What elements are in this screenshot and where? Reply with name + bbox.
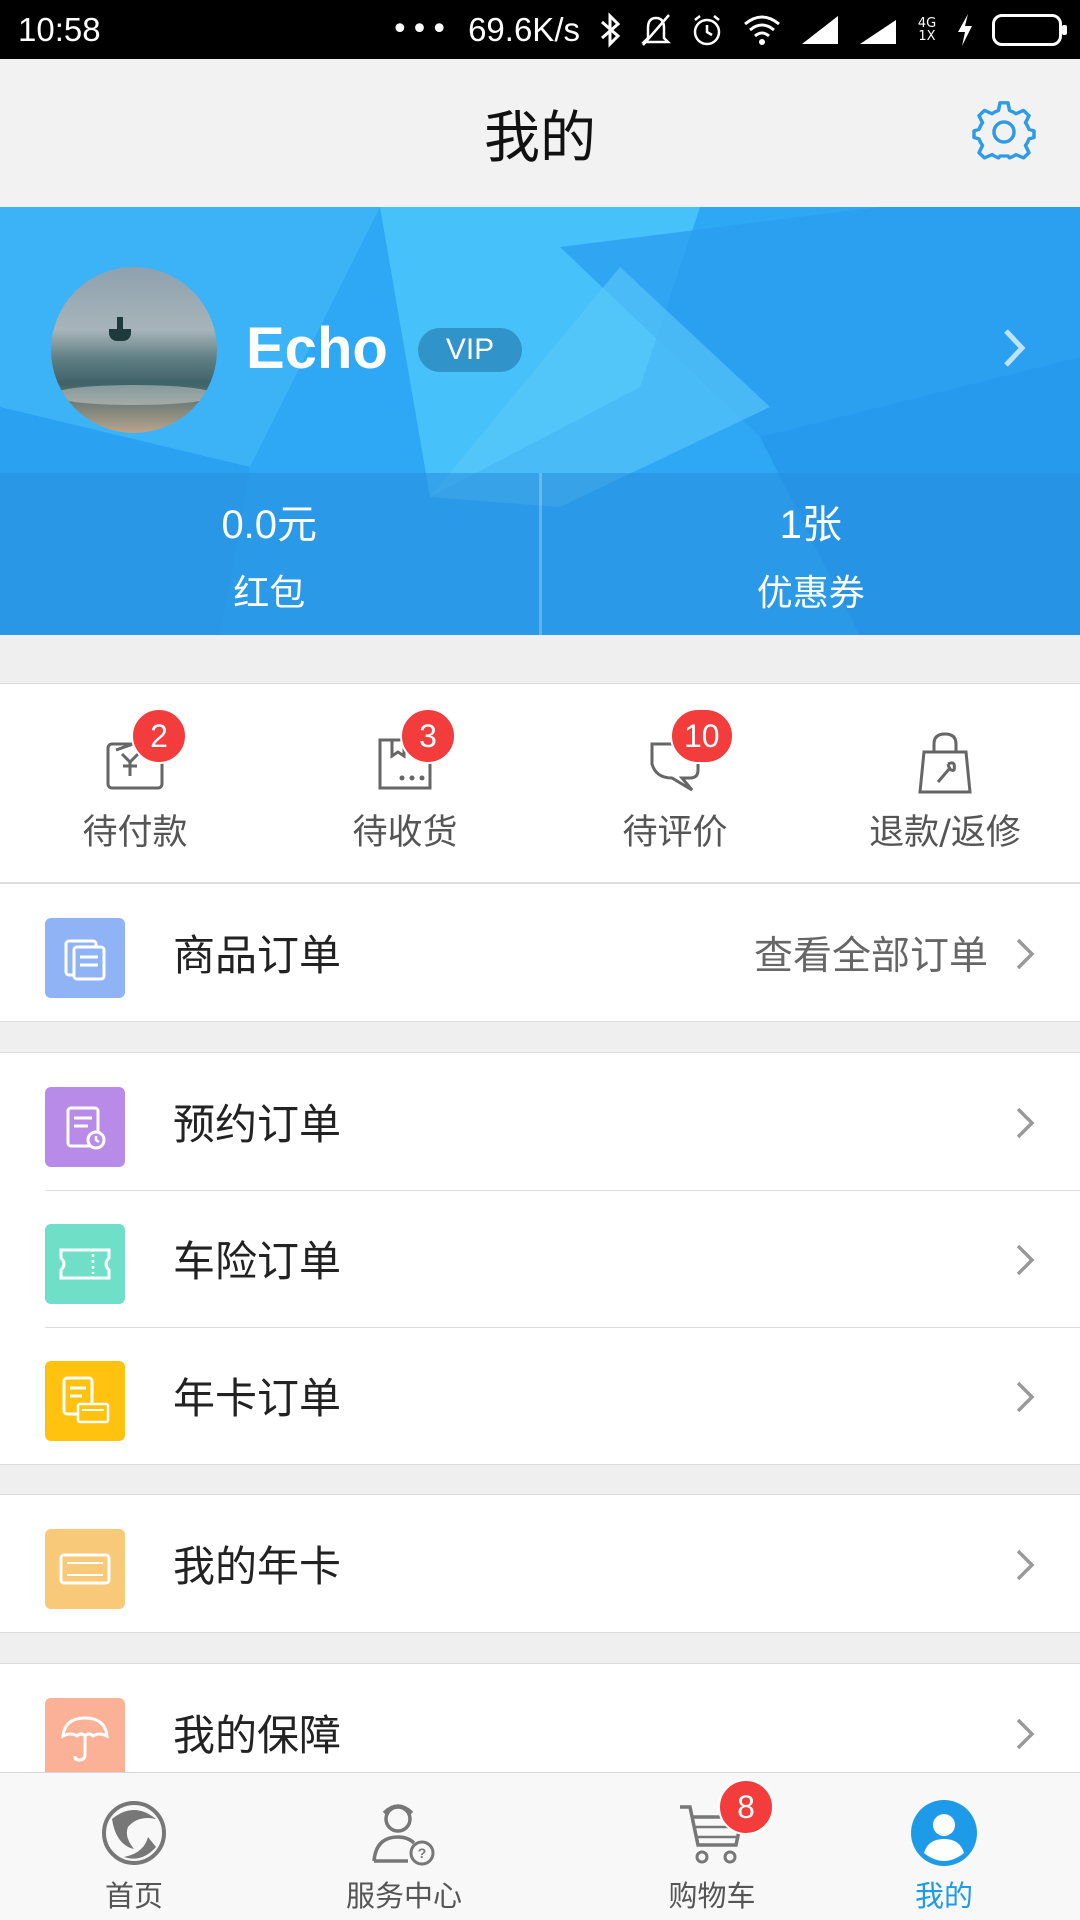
chevron-right-icon — [1000, 323, 1030, 373]
red-packet-item[interactable]: 0.0元 红包 — [0, 473, 539, 635]
bluetooth-icon — [598, 11, 622, 48]
battery-icon — [992, 13, 1067, 46]
service-center-icon: ? — [368, 1797, 440, 1869]
pending-payment-label: 待付款 — [82, 813, 188, 853]
order-status-row: 待付款 2 待收货 3 待评价 10 退款/返修 — [0, 683, 1080, 883]
refund-repair[interactable]: 退款/返修 — [810, 684, 1080, 882]
alarm-icon — [690, 12, 724, 48]
car-insurance-orders-label: 车险订单 — [173, 1237, 342, 1286]
wifi-icon — [742, 12, 782, 48]
pending-delivery-label: 待收货 — [352, 813, 458, 853]
orders-group: 预约订单 车险订单 年卡订单 — [0, 1052, 1080, 1465]
profile-banner[interactable]: Echo VIP 0.0元 红包 1张 优惠券 — [0, 207, 1080, 635]
bottom-navigation: 首页 ? 服务中心 购物车 8 我的 — [0, 1772, 1080, 1920]
nav-profile[interactable]: 我的 — [906, 1773, 982, 1920]
product-order-icon — [45, 918, 125, 998]
coupon-value: 1张 — [779, 503, 842, 547]
app-header: 我的 — [0, 59, 1080, 207]
nav-service-center[interactable]: ? 服务中心 — [344, 1773, 464, 1920]
status-bar: 10:58 ••• 69.6K/s 4G 1X — [0, 0, 1080, 59]
my-annual-card-group: 我的年卡 — [0, 1494, 1080, 1633]
chevron-right-icon — [1014, 1105, 1036, 1141]
year-card-order-icon — [45, 1361, 125, 1441]
my-annual-card-row[interactable]: 我的年卡 — [0, 1495, 1080, 1632]
red-packet-label: 红包 — [233, 573, 306, 614]
appointment-orders-label: 预约订单 — [173, 1100, 342, 1149]
ticket-icon — [45, 1224, 125, 1304]
svg-text:?: ? — [418, 1845, 427, 1861]
product-orders-group: 商品订单 查看全部订单 — [0, 883, 1080, 1022]
appointment-orders-row[interactable]: 预约订单 — [0, 1053, 1080, 1190]
pending-payment[interactable]: 待付款 2 — [0, 684, 270, 882]
network-type-label: 4G 1X — [917, 15, 937, 44]
wallet-summary: 0.0元 红包 1张 优惠券 — [0, 473, 1080, 635]
refund-bag-icon — [912, 730, 978, 796]
nav-home[interactable]: 首页 — [96, 1773, 172, 1920]
car-insurance-orders-row[interactable]: 车险订单 — [0, 1190, 1080, 1327]
pending-payment-badge: 2 — [131, 708, 187, 764]
pending-review-label: 待评价 — [622, 813, 728, 853]
avatar[interactable] — [51, 267, 217, 433]
pending-review-badge: 10 — [670, 708, 734, 764]
chevron-right-icon — [1014, 1716, 1036, 1752]
vip-badge: VIP — [418, 328, 522, 372]
annual-card-orders-label: 年卡订单 — [173, 1374, 342, 1423]
refund-repair-label: 退款/返修 — [869, 813, 1021, 853]
mute-icon — [640, 12, 672, 48]
username: Echo — [246, 316, 388, 381]
chevron-right-icon — [1014, 1242, 1036, 1278]
pending-review[interactable]: 待评价 10 — [540, 684, 810, 882]
cart-badge: 8 — [718, 1779, 774, 1835]
view-all-orders-link[interactable]: 查看全部订单 — [754, 925, 988, 981]
status-dots: ••• — [390, 12, 451, 47]
chevron-right-icon — [1014, 1547, 1036, 1583]
nav-cart-label: 购物车 — [668, 1879, 756, 1913]
annual-card-orders-row[interactable]: 年卡订单 — [0, 1327, 1080, 1464]
nav-home-label: 首页 — [104, 1879, 163, 1913]
chevron-right-icon — [1014, 1379, 1036, 1415]
coupon-label: 优惠券 — [756, 573, 865, 614]
product-orders-row[interactable]: 商品订单 查看全部订单 — [0, 884, 1080, 1021]
signal-icon — [858, 12, 898, 48]
page-title: 我的 — [484, 105, 596, 171]
status-time: 10:58 — [18, 10, 101, 48]
my-annual-card-label: 我的年卡 — [173, 1542, 342, 1591]
status-right: ••• 69.6K/s 4G 1X — [390, 10, 1067, 49]
gear-icon[interactable] — [972, 101, 1036, 165]
nav-profile-label: 我的 — [914, 1879, 973, 1913]
pending-delivery-badge: 3 — [400, 708, 456, 764]
umbrella-icon — [45, 1698, 125, 1778]
red-packet-value: 0.0元 — [221, 503, 318, 547]
signal-icon — [800, 12, 840, 48]
my-protection-label: 我的保障 — [173, 1711, 342, 1760]
chevron-right-icon — [1014, 936, 1036, 972]
product-orders-label: 商品订单 — [173, 931, 342, 980]
appointment-icon — [45, 1087, 125, 1167]
nav-service-center-label: 服务中心 — [345, 1879, 462, 1913]
charging-icon — [956, 12, 974, 48]
coupon-item[interactable]: 1张 优惠券 — [542, 473, 1080, 635]
profile-icon — [908, 1797, 980, 1869]
nav-cart[interactable]: 购物车 8 — [662, 1773, 774, 1920]
pending-delivery[interactable]: 待收货 3 — [270, 684, 540, 882]
network-speed: 69.6K/s — [468, 10, 580, 48]
home-logo-icon — [98, 1797, 170, 1869]
year-card-icon — [45, 1529, 125, 1609]
